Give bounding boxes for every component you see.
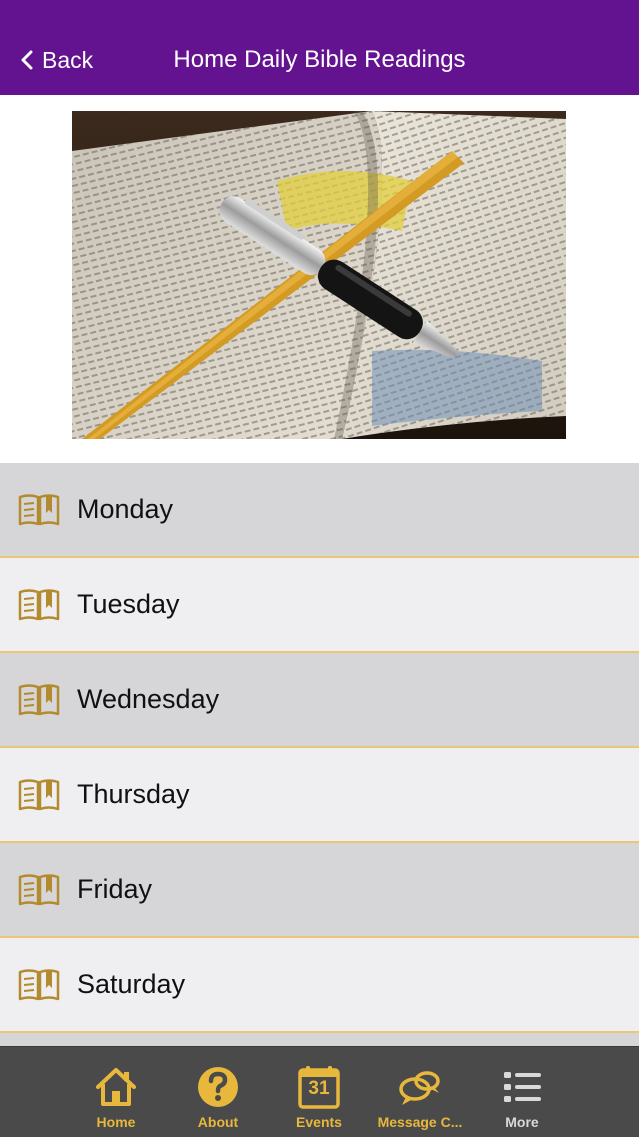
- open-book-icon: [18, 683, 60, 715]
- question-icon: [198, 1067, 238, 1107]
- list-item-friday[interactable]: Friday: [0, 843, 639, 938]
- list-item-label: Tuesday: [77, 589, 180, 619]
- open-book-icon: [18, 968, 60, 1000]
- list-item-saturday[interactable]: Saturday: [0, 938, 639, 1033]
- open-book-icon: [18, 778, 60, 810]
- bible-photo: [72, 111, 566, 439]
- calendar-day: 31: [308, 1078, 330, 1099]
- tab-bar: Home About 31 Events Message C... More: [0, 1046, 639, 1137]
- list-item-label: Friday: [77, 874, 153, 904]
- tab-home[interactable]: Home: [61, 1047, 171, 1137]
- tab-label: Message C...: [377, 1114, 463, 1130]
- list-item-label: Monday: [77, 494, 174, 524]
- list-item-monday[interactable]: Monday: [0, 463, 639, 558]
- list-item-wednesday[interactable]: Wednesday: [0, 653, 639, 748]
- tab-message-center[interactable]: Message C...: [365, 1047, 475, 1137]
- chat-bubbles-icon: [399, 1071, 440, 1105]
- open-book-icon: [18, 873, 60, 905]
- list-item-label: Thursday: [77, 779, 190, 809]
- list-item-label: Wednesday: [77, 684, 220, 714]
- tab-label: Home: [96, 1114, 136, 1130]
- days-list: Monday Tuesday Wednesday Thursday Friday…: [0, 463, 639, 1126]
- home-icon: [96, 1068, 136, 1106]
- list-item-tuesday[interactable]: Tuesday: [0, 558, 639, 653]
- tab-label: Events: [296, 1114, 342, 1130]
- navigation-bar: Back Home Daily Bible Readings: [0, 0, 639, 95]
- open-book-icon: [18, 588, 60, 620]
- tab-about[interactable]: About: [163, 1047, 273, 1137]
- list-icon: [504, 1072, 541, 1102]
- open-book-icon: [18, 493, 60, 525]
- tab-more[interactable]: More: [467, 1047, 577, 1137]
- list-item-label: Saturday: [77, 969, 186, 999]
- tab-label: More: [505, 1114, 539, 1130]
- list-item-thursday[interactable]: Thursday: [0, 748, 639, 843]
- tab-events[interactable]: 31 Events: [264, 1047, 374, 1137]
- tab-label: About: [197, 1114, 239, 1130]
- page-title: Home Daily Bible Readings: [173, 46, 466, 73]
- hero-image: [72, 111, 566, 439]
